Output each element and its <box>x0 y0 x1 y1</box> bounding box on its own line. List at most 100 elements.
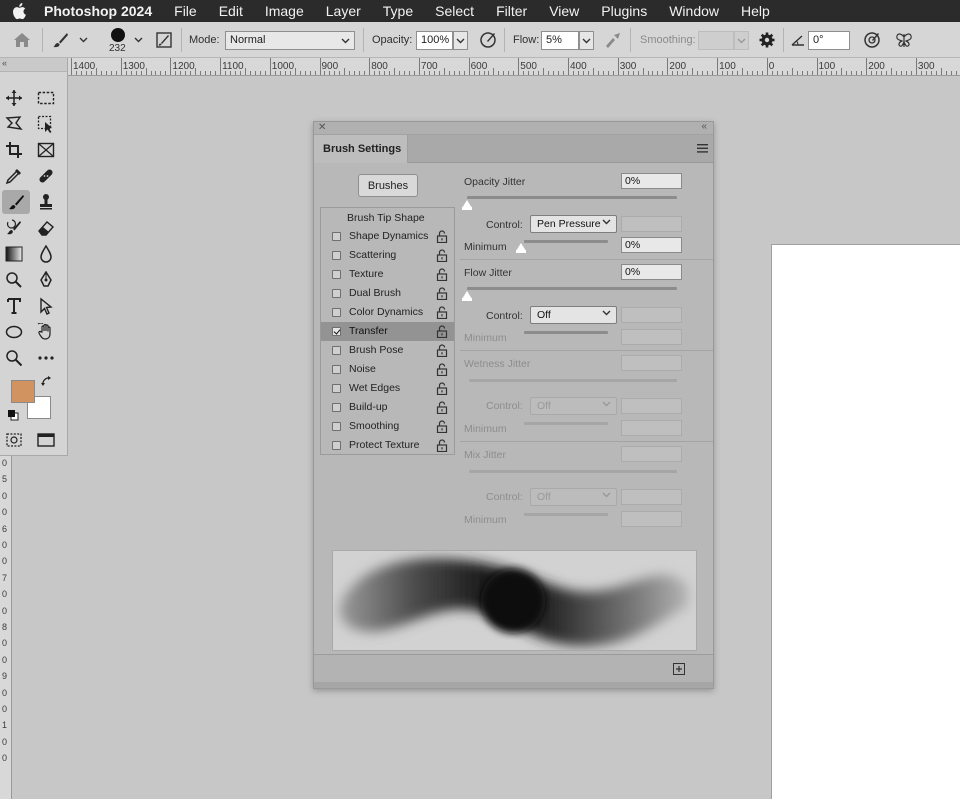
chevron-down-icon[interactable] <box>76 30 90 50</box>
eraser-tool-icon[interactable] <box>32 216 60 240</box>
panel-resize-grip[interactable] <box>314 682 713 688</box>
list-item-noise[interactable]: Noise <box>321 360 454 379</box>
menu-type[interactable]: Type <box>383 3 413 19</box>
flow-input[interactable]: 5% <box>541 31 579 50</box>
dodge-tool-icon[interactable] <box>0 268 28 292</box>
pressure-opacity-icon[interactable] <box>478 30 498 50</box>
list-item-transfer[interactable]: Transfer <box>321 322 454 341</box>
menu-plugins[interactable]: Plugins <box>601 3 647 19</box>
type-tool-icon[interactable] <box>0 294 28 318</box>
airbrush-icon[interactable] <box>603 30 623 50</box>
menu-filter[interactable]: Filter <box>496 3 527 19</box>
menu-image[interactable]: Image <box>265 3 304 19</box>
zoom-tool-icon[interactable] <box>0 346 28 370</box>
horizontal-ruler[interactable]: 1400 1300 1200 1100 1000 900 800 700 600 500 400 30… <box>68 58 960 76</box>
panel-collapse-grip[interactable]: « <box>0 58 67 72</box>
checkbox[interactable] <box>332 422 341 431</box>
checkbox[interactable] <box>332 365 341 374</box>
opacity-minimum-input[interactable]: 0% <box>621 237 682 253</box>
list-item-wet-edges[interactable]: Wet Edges <box>321 379 454 398</box>
brush-tool-icon[interactable] <box>2 190 30 214</box>
checkbox[interactable] <box>332 232 341 241</box>
panel-menu-icon[interactable] <box>697 144 708 156</box>
home-icon[interactable] <box>12 30 32 50</box>
menu-window[interactable]: Window <box>669 3 719 19</box>
unlock-icon[interactable] <box>436 382 448 396</box>
unlock-icon[interactable] <box>436 268 448 282</box>
opacity-minimum-slider[interactable] <box>524 240 608 243</box>
opacity-input[interactable]: 100% <box>416 31 453 50</box>
unlock-icon[interactable] <box>436 287 448 301</box>
pen-tool-icon[interactable] <box>32 268 60 292</box>
unlock-icon[interactable] <box>436 249 448 263</box>
angle-input[interactable]: 0° <box>808 31 850 50</box>
unlock-icon[interactable] <box>436 439 448 453</box>
default-colors-icon[interactable] <box>5 408 21 422</box>
panel-title-bar[interactable]: ✕ « <box>314 121 713 135</box>
hand-tool-icon[interactable] <box>32 320 60 344</box>
list-item-texture[interactable]: Texture <box>321 265 454 284</box>
menu-layer[interactable]: Layer <box>326 3 361 19</box>
brush-settings-toggle-icon[interactable] <box>154 30 174 50</box>
opacity-jitter-slider-thumb[interactable] <box>462 200 472 210</box>
flow-jitter-input[interactable]: 0% <box>621 264 682 280</box>
list-item-color-dynamics[interactable]: Color Dynamics <box>321 303 454 322</box>
checkbox[interactable] <box>332 251 341 260</box>
list-item-smoothing[interactable]: Smoothing <box>321 417 454 436</box>
gradient-tool-icon[interactable] <box>0 242 28 266</box>
smoothing-input[interactable] <box>698 31 734 50</box>
foreground-color-swatch[interactable] <box>11 380 35 403</box>
unlock-icon[interactable] <box>436 230 448 244</box>
flow-jitter-slider[interactable] <box>467 287 677 290</box>
opacity-jitter-input[interactable]: 0% <box>621 173 682 189</box>
checkbox[interactable] <box>332 289 341 298</box>
menu-file[interactable]: File <box>174 3 197 19</box>
ellipse-tool-icon[interactable] <box>0 320 28 344</box>
list-item-dual-brush[interactable]: Dual Brush <box>321 284 454 303</box>
unlock-icon[interactable] <box>436 420 448 434</box>
history-brush-tool-icon[interactable] <box>0 216 28 240</box>
create-new-brush-icon[interactable] <box>673 663 685 678</box>
checkbox-checked[interactable] <box>332 327 341 336</box>
smoothing-dropdown[interactable] <box>734 31 749 50</box>
unlock-icon[interactable] <box>436 363 448 377</box>
checkbox[interactable] <box>332 384 341 393</box>
close-icon[interactable]: ✕ <box>318 122 326 133</box>
unlock-icon[interactable] <box>436 325 448 339</box>
collapse-icon[interactable]: « <box>701 121 707 132</box>
apple-icon[interactable] <box>12 2 30 20</box>
screen-mode-icon[interactable] <box>32 428 60 452</box>
crop-tool-icon[interactable] <box>0 138 28 162</box>
healing-brush-tool-icon[interactable] <box>32 164 60 188</box>
list-item-brush-pose[interactable]: Brush Pose <box>321 341 454 360</box>
quick-mask-icon[interactable] <box>0 428 28 452</box>
opacity-control-select[interactable]: Pen Pressure <box>530 215 617 233</box>
clone-stamp-tool-icon[interactable] <box>32 190 60 214</box>
blur-tool-icon[interactable] <box>32 242 60 266</box>
more-tools-icon[interactable] <box>32 346 60 370</box>
checkbox[interactable] <box>332 346 341 355</box>
unlock-icon[interactable] <box>436 344 448 358</box>
mode-select[interactable]: Normal <box>225 31 355 50</box>
opacity-dropdown[interactable] <box>453 31 468 50</box>
checkbox[interactable] <box>332 270 341 279</box>
document-canvas[interactable] <box>771 244 960 799</box>
object-selection-tool-icon[interactable] <box>32 112 60 136</box>
tab-brush-settings[interactable]: Brush Settings <box>314 135 408 163</box>
menu-edit[interactable]: Edit <box>219 3 243 19</box>
swap-colors-icon[interactable] <box>37 373 57 391</box>
unlock-icon[interactable] <box>436 401 448 415</box>
checkbox[interactable] <box>332 403 341 412</box>
flow-minimum-slider[interactable] <box>524 331 608 334</box>
list-item-build-up[interactable]: Build-up <box>321 398 454 417</box>
app-name[interactable]: Photoshop 2024 <box>44 3 152 19</box>
list-item-brush-tip-shape[interactable]: Brush Tip Shape <box>321 208 454 227</box>
flow-dropdown[interactable] <box>579 31 594 50</box>
brushes-button[interactable]: Brushes <box>358 174 418 197</box>
checkbox[interactable] <box>332 441 341 450</box>
list-item-scattering[interactable]: Scattering <box>321 246 454 265</box>
flow-jitter-slider-thumb[interactable] <box>462 291 472 301</box>
flow-control-select[interactable]: Off <box>530 306 617 324</box>
menu-select[interactable]: Select <box>435 3 474 19</box>
eyedropper-tool-icon[interactable] <box>0 164 28 188</box>
